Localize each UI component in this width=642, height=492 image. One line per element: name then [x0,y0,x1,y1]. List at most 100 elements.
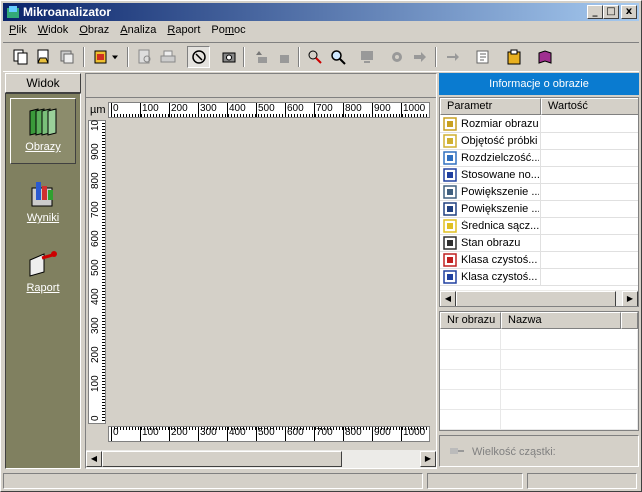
parameter-row[interactable]: Stan obrazu [440,235,638,252]
ruler-minor-tick [102,285,105,286]
forward-button[interactable] [408,46,431,68]
list-cell[interactable] [501,390,638,410]
clipboard-button[interactable] [502,46,525,68]
minimize-button[interactable]: _ [587,5,603,19]
parameter-row[interactable]: Klasa czystoś... [440,252,638,269]
ruler-minor-tick [102,246,105,247]
window-title: Mikroanalizator [23,5,112,19]
list-cell[interactable] [501,350,638,370]
import-dropdown[interactable] [109,46,121,68]
ruler-minor-tick [210,114,211,117]
measure-button[interactable] [303,46,326,68]
ruler-minor-tick [102,345,105,346]
list-cell[interactable] [501,330,638,350]
ruler-minor-tick [183,114,184,117]
parameter-row[interactable]: Stosowane no... [440,167,638,184]
print-preview-button[interactable] [133,46,156,68]
ruler-minor-tick [375,114,376,117]
zoom-button[interactable] [326,46,349,68]
nav-item-obrazy[interactable]: Obrazy [10,98,76,164]
stack-button[interactable] [55,46,78,68]
list-cell[interactable] [440,330,501,350]
column-header-nr-obrazu[interactable]: Nr obrazu [440,312,501,329]
parameter-row[interactable]: Rozmiar obrazu [440,116,638,133]
menu-analiza[interactable]: Analiza [114,22,161,40]
scroll-thumb[interactable] [102,451,342,467]
menu-raport[interactable]: Raport [161,22,205,40]
image-canvas[interactable] [108,120,430,424]
ruler-tick-label: 500 [258,103,275,114]
settings-button[interactable] [385,46,408,68]
ruler-minor-tick [423,427,424,430]
book-button[interactable] [533,46,556,68]
copy-button[interactable] [9,46,32,68]
scroll-left-icon[interactable]: ◀ [86,451,102,467]
open-button[interactable] [32,46,55,68]
ruler-minor-tick [279,114,280,117]
ruler-minor-tick [162,114,163,117]
ruler-minor-tick [219,114,220,117]
ruler-minor-tick [267,114,268,117]
close-button[interactable]: x [621,5,637,19]
scroll-right-icon[interactable]: ▶ [622,291,638,306]
ruler-minor-tick [102,339,105,340]
ruler-minor-tick [102,360,105,361]
menu-plik[interactable]: Plik [3,22,32,40]
scroll-left-icon[interactable]: ◀ [440,291,456,306]
ruler-minor-tick [315,114,316,117]
ruler-tick-label: 600 [287,103,304,114]
horizontal-scrollbar[interactable]: ◀ ▶ [86,450,436,468]
list-cell[interactable] [440,390,501,410]
list-cell[interactable] [440,410,501,430]
ruler-minor-tick [102,411,105,412]
ruler-minor-tick [255,427,256,430]
ruler-minor-tick [102,213,105,214]
ruler-minor-tick [102,294,105,295]
list-cell[interactable] [440,350,501,370]
print-button[interactable] [156,46,179,68]
parameter-row[interactable]: Klasa czystoś... [440,269,638,286]
ruler-minor-tick [102,333,105,334]
export-button[interactable] [441,46,464,68]
list-cell[interactable] [501,370,638,390]
ruler-minor-tick [216,427,217,430]
move-up-button[interactable] [249,46,272,68]
nav-item-wyniki[interactable]: Wyniki [10,170,76,236]
maximize-button[interactable]: □ [603,5,619,19]
parameter-row[interactable]: Rozdzielczość... [440,150,638,167]
column-header-wartosc[interactable]: Wartość [541,98,638,115]
parameter-row[interactable]: Średnica sącz... [440,218,638,235]
column-header-parametr[interactable]: Parametr [440,98,541,115]
scroll-right-icon[interactable]: ▶ [420,451,436,467]
title-bar[interactable]: Mikroanalizator _ □ x [3,3,639,21]
parameter-label: Powiększenie ... [461,203,539,215]
report-edit-button[interactable] [471,46,494,68]
camera-button[interactable] [217,46,240,68]
move-down-button[interactable] [272,46,295,68]
ruler-tick-label: 200 [171,103,188,114]
list-cell[interactable] [440,370,501,390]
scroll-thumb[interactable] [456,291,616,306]
parameter-row[interactable]: Powiększenie ... [440,201,638,218]
image-view-header [86,74,436,98]
parameter-value [540,133,638,149]
menu-obraz[interactable]: Obraz [73,22,114,40]
nav-item-raport[interactable]: Raport [10,240,76,306]
parameters-scrollbar[interactable]: ◀ ▶ [440,290,638,306]
ruler-minor-tick [207,114,208,117]
parameter-row[interactable]: Objętość próbki [440,133,638,150]
menu-widok[interactable]: Widok [32,22,74,40]
parameter-row[interactable]: Powiększenie ... [440,184,638,201]
ruler-minor-tick [261,427,262,430]
parameter-label: Klasa czystoś... [461,271,538,283]
ruler-minor-tick [171,427,172,430]
column-header-nazwa[interactable]: Nazwa [501,312,621,329]
ruler-minor-tick [180,114,181,117]
menu-pomoc[interactable]: Pomoc [205,22,250,40]
monitor-button[interactable] [355,46,378,68]
pointer-select-button[interactable] [187,46,210,68]
parameter-value [540,201,638,217]
list-cell[interactable] [501,410,638,430]
ruler-minor-tick [372,427,373,430]
ruler-minor-tick [276,427,277,430]
